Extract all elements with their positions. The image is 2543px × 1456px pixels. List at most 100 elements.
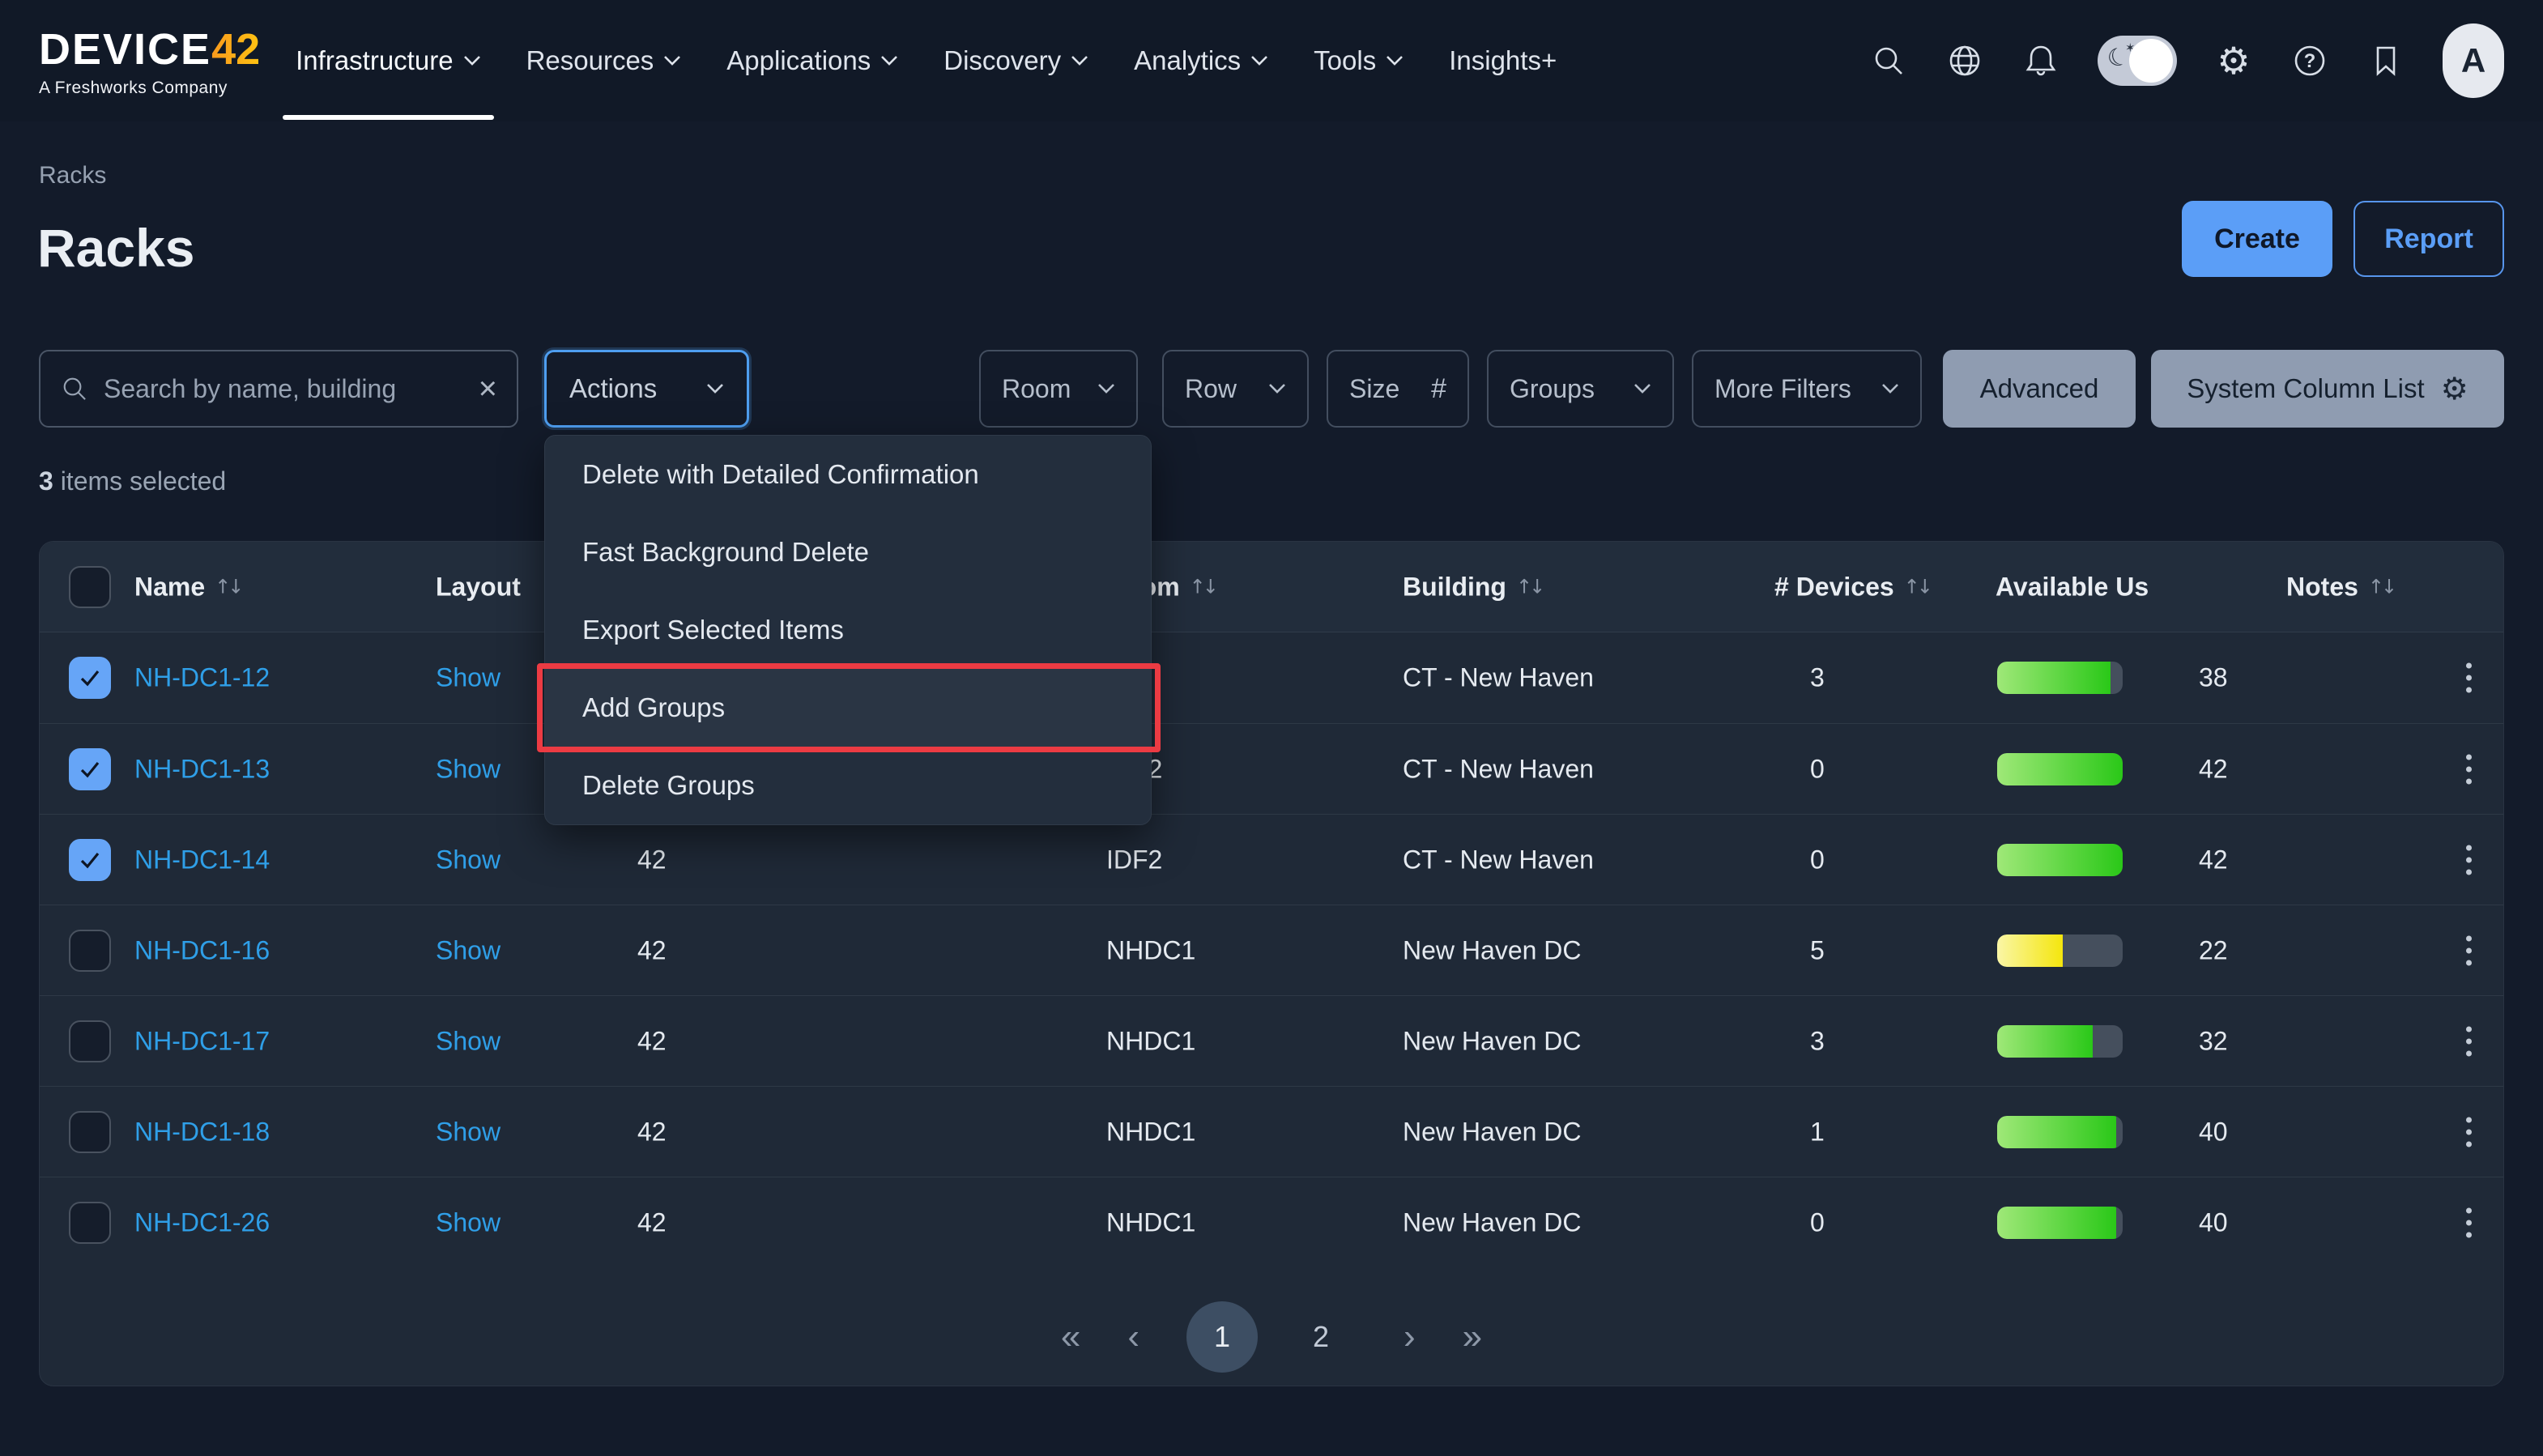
actions-dropdown-button[interactable]: Actions xyxy=(544,350,749,428)
sort-icon[interactable]: ↑↓ xyxy=(1516,576,1542,598)
row-menu-icon[interactable] xyxy=(2461,658,2477,698)
size-value: 42 xyxy=(637,845,667,875)
sort-icon[interactable]: ↑↓ xyxy=(1190,576,1216,598)
globe-icon[interactable] xyxy=(1945,41,1984,80)
select-all-checkbox-box[interactable] xyxy=(69,566,111,608)
rack-name-link[interactable]: NH-DC1-18 xyxy=(134,1117,270,1147)
menu-item-delete-groups[interactable]: Delete Groups xyxy=(545,747,1151,824)
groups-filter[interactable]: Groups xyxy=(1487,350,1674,428)
clear-search-icon[interactable]: × xyxy=(479,373,497,405)
nav-item-applications[interactable]: Applications xyxy=(726,0,898,121)
menu-item-add-groups[interactable]: Add Groups xyxy=(545,669,1151,747)
column-header-name[interactable]: Name↑↓ xyxy=(134,572,241,602)
nav-item-insights[interactable]: Insights+ xyxy=(1449,0,1557,121)
row-checkbox[interactable] xyxy=(69,657,111,699)
building-value: CT - New Haven xyxy=(1403,845,1594,875)
column-header-available-us: Available Us xyxy=(1996,572,2149,602)
layout-show-link[interactable]: Show xyxy=(436,845,501,875)
size-filter[interactable]: Size # xyxy=(1327,350,1469,428)
table-row-nh-dc1-17: NH-DC1-17Show42NHDC1New Haven DC332 xyxy=(40,995,2503,1086)
menu-item-delete-with-detailed-confirmation[interactable]: Delete with Detailed Confirmation xyxy=(545,436,1151,513)
brand-logo[interactable]: DEVICE 42 A Freshworks Company xyxy=(39,24,260,98)
prev-page-button[interactable]: ‹ xyxy=(1127,1319,1139,1355)
row-checkbox[interactable] xyxy=(69,1020,111,1062)
rack-name-link[interactable]: NH-DC1-12 xyxy=(134,663,270,693)
row-menu-icon[interactable] xyxy=(2461,1203,2477,1242)
table-footer: « ‹ 12 › » Total 69 Racks xyxy=(40,1267,2503,1387)
select-all-checkbox[interactable] xyxy=(69,566,111,608)
available-units-value: 42 xyxy=(2199,845,2228,875)
rack-name-link[interactable]: NH-DC1-13 xyxy=(134,754,270,784)
theme-toggle[interactable]: ☾ ✶ xyxy=(2098,36,2177,86)
building-value: CT - New Haven xyxy=(1403,663,1594,693)
sort-icon[interactable]: ↑↓ xyxy=(215,576,241,598)
building-value: New Haven DC xyxy=(1403,1026,1582,1056)
nav-item-discovery[interactable]: Discovery xyxy=(944,0,1088,121)
menu-item-fast-background-delete[interactable]: Fast Background Delete xyxy=(545,513,1151,591)
nav-item-tools[interactable]: Tools xyxy=(1314,0,1404,121)
row-menu-icon[interactable] xyxy=(2461,930,2477,970)
racks-table-card: Name↑↓LayoutSize↑↓Room↑↓Building↑↓# Devi… xyxy=(39,541,2504,1386)
chevron-down-icon xyxy=(663,55,681,66)
row-checkbox[interactable] xyxy=(69,1202,111,1244)
size-value: 42 xyxy=(637,1117,667,1147)
row-checkbox[interactable] xyxy=(69,839,111,881)
report-button[interactable]: Report xyxy=(2353,201,2504,277)
room-value: NHDC1 xyxy=(1106,935,1195,965)
layout-show-link[interactable]: Show xyxy=(436,663,501,693)
nav-item-resources[interactable]: Resources xyxy=(526,0,682,121)
advanced-button[interactable]: Advanced xyxy=(1943,350,2136,428)
layout-show-link[interactable]: Show xyxy=(436,935,501,965)
rack-name-link[interactable]: NH-DC1-16 xyxy=(134,935,270,965)
layout-show-link[interactable]: Show xyxy=(436,754,501,784)
system-column-list-button[interactable]: System Column List ⚙ xyxy=(2151,350,2504,428)
nav-item-infrastructure[interactable]: Infrastructure xyxy=(296,0,480,121)
row-menu-icon[interactable] xyxy=(2461,840,2477,879)
page-button-1[interactable]: 1 xyxy=(1186,1301,1258,1373)
settings-gear-icon[interactable]: ⚙ xyxy=(2214,41,2253,80)
column-header-layout: Layout xyxy=(436,572,521,602)
user-avatar[interactable]: A xyxy=(2443,23,2504,98)
devices-count: 0 xyxy=(1810,845,1825,875)
devices-count: 1 xyxy=(1810,1117,1825,1147)
column-header-devices[interactable]: # Devices↑↓ xyxy=(1774,572,1930,602)
page-button-2[interactable]: 2 xyxy=(1285,1301,1357,1373)
column-header-notes[interactable]: Notes↑↓ xyxy=(2286,572,2394,602)
row-menu-icon[interactable] xyxy=(2461,1112,2477,1152)
devices-count: 0 xyxy=(1810,1207,1825,1237)
sort-icon[interactable]: ↑↓ xyxy=(2368,576,2394,598)
sort-icon[interactable]: ↑↓ xyxy=(1904,576,1930,598)
available-units-bar xyxy=(1997,844,2123,876)
svg-text:?: ? xyxy=(2304,50,2316,72)
row-menu-icon[interactable] xyxy=(2461,749,2477,789)
next-page-button[interactable]: › xyxy=(1404,1319,1416,1355)
row-checkbox[interactable] xyxy=(69,1111,111,1153)
rack-name-link[interactable]: NH-DC1-17 xyxy=(134,1026,270,1056)
layout-show-link[interactable]: Show xyxy=(436,1207,501,1237)
search-icon[interactable] xyxy=(1869,41,1908,80)
create-button[interactable]: Create xyxy=(2182,201,2332,277)
column-header-building[interactable]: Building↑↓ xyxy=(1403,572,1542,602)
help-icon[interactable]: ? xyxy=(2290,41,2329,80)
last-page-button[interactable]: » xyxy=(1463,1319,1482,1355)
row-filter[interactable]: Row xyxy=(1162,350,1309,428)
rack-name-link[interactable]: NH-DC1-14 xyxy=(134,845,270,875)
layout-show-link[interactable]: Show xyxy=(436,1117,501,1147)
row-checkbox[interactable] xyxy=(69,748,111,790)
selection-count: 3 xyxy=(39,466,53,496)
breadcrumb[interactable]: Racks xyxy=(39,162,106,189)
first-page-button[interactable]: « xyxy=(1061,1319,1080,1355)
notifications-bell-icon[interactable] xyxy=(2021,41,2060,80)
row-menu-icon[interactable] xyxy=(2461,1021,2477,1061)
bookmark-icon[interactable] xyxy=(2366,41,2405,80)
page-title: Racks xyxy=(37,217,195,279)
nav-item-analytics[interactable]: Analytics xyxy=(1134,0,1268,121)
layout-show-link[interactable]: Show xyxy=(436,1026,501,1056)
more-filters[interactable]: More Filters xyxy=(1692,350,1922,428)
primary-nav: Infrastructure Resources Applications Disco… xyxy=(296,0,1557,121)
row-checkbox[interactable] xyxy=(69,930,111,972)
rack-name-link[interactable]: NH-DC1-26 xyxy=(134,1207,270,1237)
room-filter[interactable]: Room xyxy=(979,350,1138,428)
menu-item-export-selected-items[interactable]: Export Selected Items xyxy=(545,591,1151,669)
search-input[interactable] xyxy=(104,374,464,404)
